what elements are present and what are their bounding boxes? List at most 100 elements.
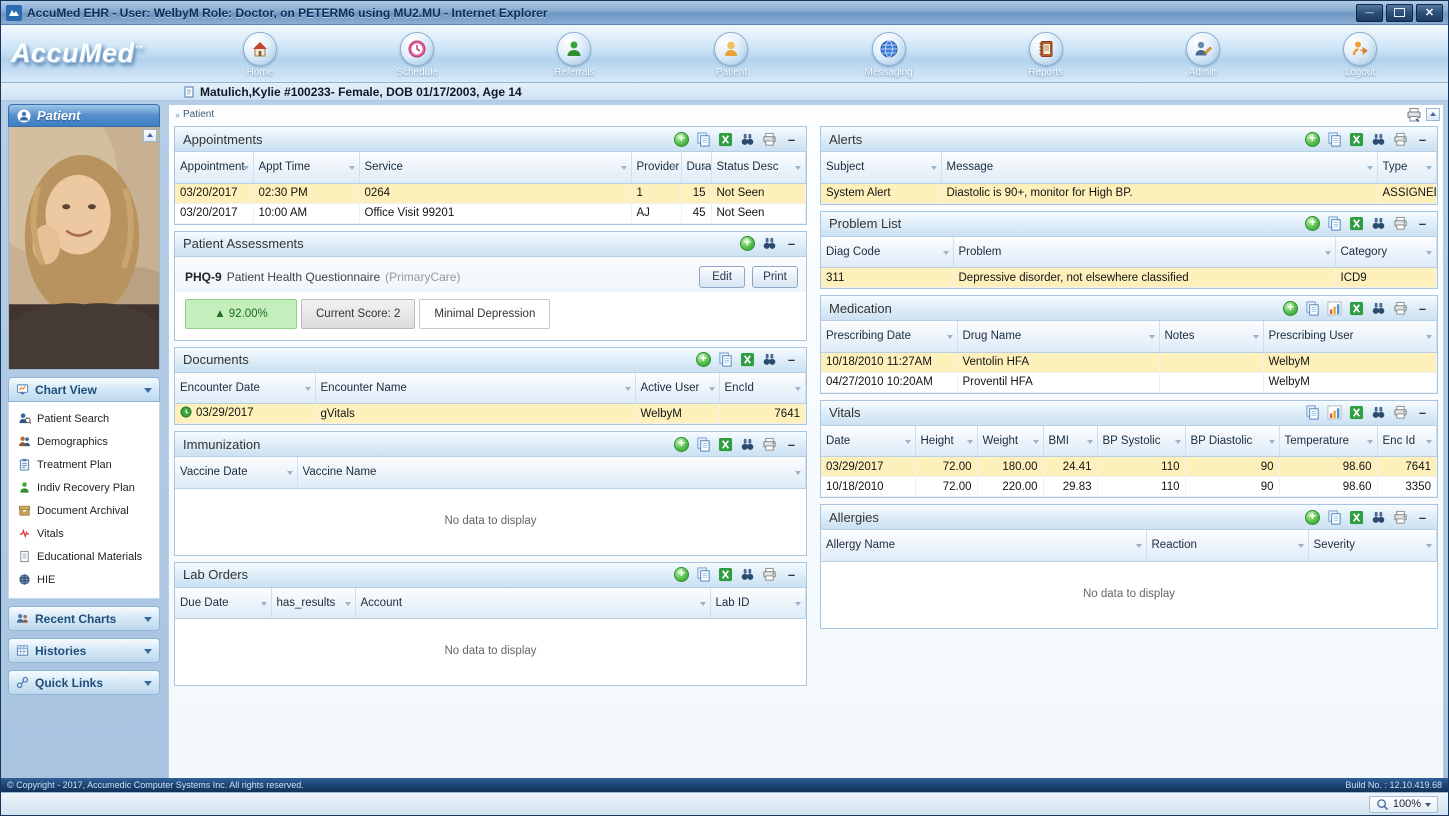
search-binoculars-icon[interactable]	[739, 131, 756, 148]
chart-icon[interactable]	[1326, 300, 1343, 317]
table-row[interactable]: 03/20/2017 02:30 PM 0264 1 15 Not Seen	[175, 183, 806, 204]
minimize-panel-icon[interactable]	[1414, 215, 1431, 232]
print-icon[interactable]	[1392, 300, 1409, 317]
minimize-panel-icon[interactable]	[783, 131, 800, 148]
excel-export-icon[interactable]	[1348, 404, 1365, 421]
column-header[interactable]: Encounter Date	[175, 372, 316, 404]
sidebar-collapse-arrow[interactable]	[143, 129, 157, 142]
breadcrumb[interactable]: » Patient	[175, 109, 1405, 120]
table-row[interactable]: System Alert Diastolic is 90+, monitor f…	[821, 183, 1437, 204]
nav-referrals[interactable]: Referrals	[538, 31, 610, 78]
add-icon[interactable]	[673, 436, 690, 453]
add-icon[interactable]	[739, 235, 756, 252]
column-header[interactable]: Provider	[631, 152, 682, 184]
print-icon[interactable]	[761, 566, 778, 583]
sidebar-item-indiv-recovery-plan[interactable]: Indiv Recovery Plan	[9, 476, 159, 499]
sidebar-item-educational-materials[interactable]: Educational Materials	[9, 545, 159, 568]
export-copy-icon[interactable]	[695, 566, 712, 583]
nav-messaging[interactable]: Messaging	[853, 31, 925, 78]
search-binoculars-icon[interactable]	[1370, 509, 1387, 526]
table-row[interactable]: 311 Depressive disorder, not elsewhere c…	[821, 267, 1437, 288]
excel-export-icon[interactable]	[717, 566, 734, 583]
add-icon[interactable]	[1304, 509, 1321, 526]
column-header[interactable]: Appt Time	[253, 152, 360, 184]
sidebar-patient-header[interactable]: Patient	[8, 104, 160, 127]
table-row[interactable]: 03/29/2017 72.00 180.00 24.41 110 90 98.60 7641	[821, 456, 1437, 477]
column-header[interactable]: Prescribing User	[1263, 321, 1437, 353]
sidebar-section-histories[interactable]: Histories	[8, 638, 160, 663]
sidebar-item-vitals[interactable]: Vitals	[9, 522, 159, 545]
search-binoculars-icon[interactable]	[761, 235, 778, 252]
column-header[interactable]: BMI	[1043, 425, 1098, 457]
minimize-panel-icon[interactable]	[783, 351, 800, 368]
export-copy-icon[interactable]	[1326, 215, 1343, 232]
close-button[interactable]	[1416, 3, 1443, 22]
table-row[interactable]: 10/18/2010 11:27AM Ventolin HFA WelbyM	[821, 352, 1437, 373]
excel-export-icon[interactable]	[1348, 131, 1365, 148]
minimize-panel-icon[interactable]	[783, 436, 800, 453]
sidebar-item-demographics[interactable]: Demographics	[9, 430, 159, 453]
column-header[interactable]: Drug Name	[957, 321, 1160, 353]
column-header[interactable]: BP Diastolic	[1185, 425, 1280, 457]
excel-export-icon[interactable]	[717, 436, 734, 453]
column-header[interactable]: Severity	[1308, 530, 1437, 562]
column-header[interactable]: Diag Code	[821, 236, 954, 268]
excel-export-icon[interactable]	[717, 131, 734, 148]
search-binoculars-icon[interactable]	[739, 436, 756, 453]
column-header[interactable]: Temperature	[1279, 425, 1378, 457]
add-icon[interactable]	[673, 131, 690, 148]
column-header[interactable]: Vaccine Name	[297, 457, 806, 489]
nav-home[interactable]: Home	[224, 31, 296, 78]
search-binoculars-icon[interactable]	[1370, 131, 1387, 148]
export-copy-icon[interactable]	[1326, 131, 1343, 148]
export-copy-icon[interactable]	[695, 131, 712, 148]
column-header[interactable]: Account	[355, 587, 711, 619]
add-icon[interactable]	[1282, 300, 1299, 317]
sidebar-item-hie[interactable]: HIE	[9, 568, 159, 591]
export-copy-icon[interactable]	[695, 436, 712, 453]
print-page-icon[interactable]	[1405, 106, 1422, 123]
column-header[interactable]: Message	[941, 152, 1378, 184]
export-copy-icon[interactable]	[1304, 404, 1321, 421]
sidebar-section-chart-view[interactable]: Chart View	[8, 377, 160, 402]
nav-logout[interactable]: Logout	[1324, 31, 1396, 78]
search-binoculars-icon[interactable]	[1370, 300, 1387, 317]
column-header[interactable]: Category	[1335, 236, 1437, 268]
minimize-panel-icon[interactable]	[783, 235, 800, 252]
minimize-panel-icon[interactable]	[1414, 509, 1431, 526]
print-icon[interactable]	[1392, 215, 1409, 232]
print-icon[interactable]	[1392, 509, 1409, 526]
minimize-button[interactable]	[1356, 3, 1383, 22]
column-header[interactable]: Dura	[681, 152, 712, 184]
sidebar-section-quick-links[interactable]: Quick Links	[8, 670, 160, 695]
search-binoculars-icon[interactable]	[739, 566, 756, 583]
sidebar-section-recent-charts[interactable]: Recent Charts	[8, 606, 160, 631]
excel-export-icon[interactable]	[1348, 215, 1365, 232]
column-header[interactable]: Appointment	[175, 152, 254, 184]
column-header[interactable]: EncId	[719, 372, 806, 404]
table-row[interactable]: 03/20/2017 10:00 AM Office Visit 99201 AJ 45…	[175, 203, 806, 224]
search-binoculars-icon[interactable]	[1370, 215, 1387, 232]
column-header[interactable]: Status Desc	[711, 152, 806, 184]
add-icon[interactable]	[1304, 131, 1321, 148]
column-header[interactable]: Service	[359, 152, 632, 184]
search-binoculars-icon[interactable]	[1370, 404, 1387, 421]
minimize-panel-icon[interactable]	[1414, 300, 1431, 317]
column-header[interactable]: Encounter Name	[315, 372, 636, 404]
add-icon[interactable]	[695, 351, 712, 368]
scroll-up-button[interactable]	[1426, 108, 1440, 121]
nav-admin[interactable]: Admin	[1167, 31, 1239, 78]
sidebar-item-treatment-plan[interactable]: Treatment Plan	[9, 453, 159, 476]
print-icon[interactable]	[1392, 404, 1409, 421]
column-header[interactable]: Reaction	[1146, 530, 1309, 562]
excel-export-icon[interactable]	[1348, 509, 1365, 526]
minimize-panel-icon[interactable]	[1414, 404, 1431, 421]
chart-icon[interactable]	[1326, 404, 1343, 421]
zoom-control[interactable]: 100%	[1368, 795, 1438, 813]
column-header[interactable]: Allergy Name	[821, 530, 1147, 562]
sidebar-item-patient-search[interactable]: Patient Search	[9, 407, 159, 430]
column-header[interactable]: has_results	[271, 587, 356, 619]
column-header[interactable]: Height	[915, 425, 978, 457]
table-row[interactable]: 03/29/2017 gVitals WelbyM 7641	[175, 403, 806, 424]
column-header[interactable]: Active User	[635, 372, 720, 404]
